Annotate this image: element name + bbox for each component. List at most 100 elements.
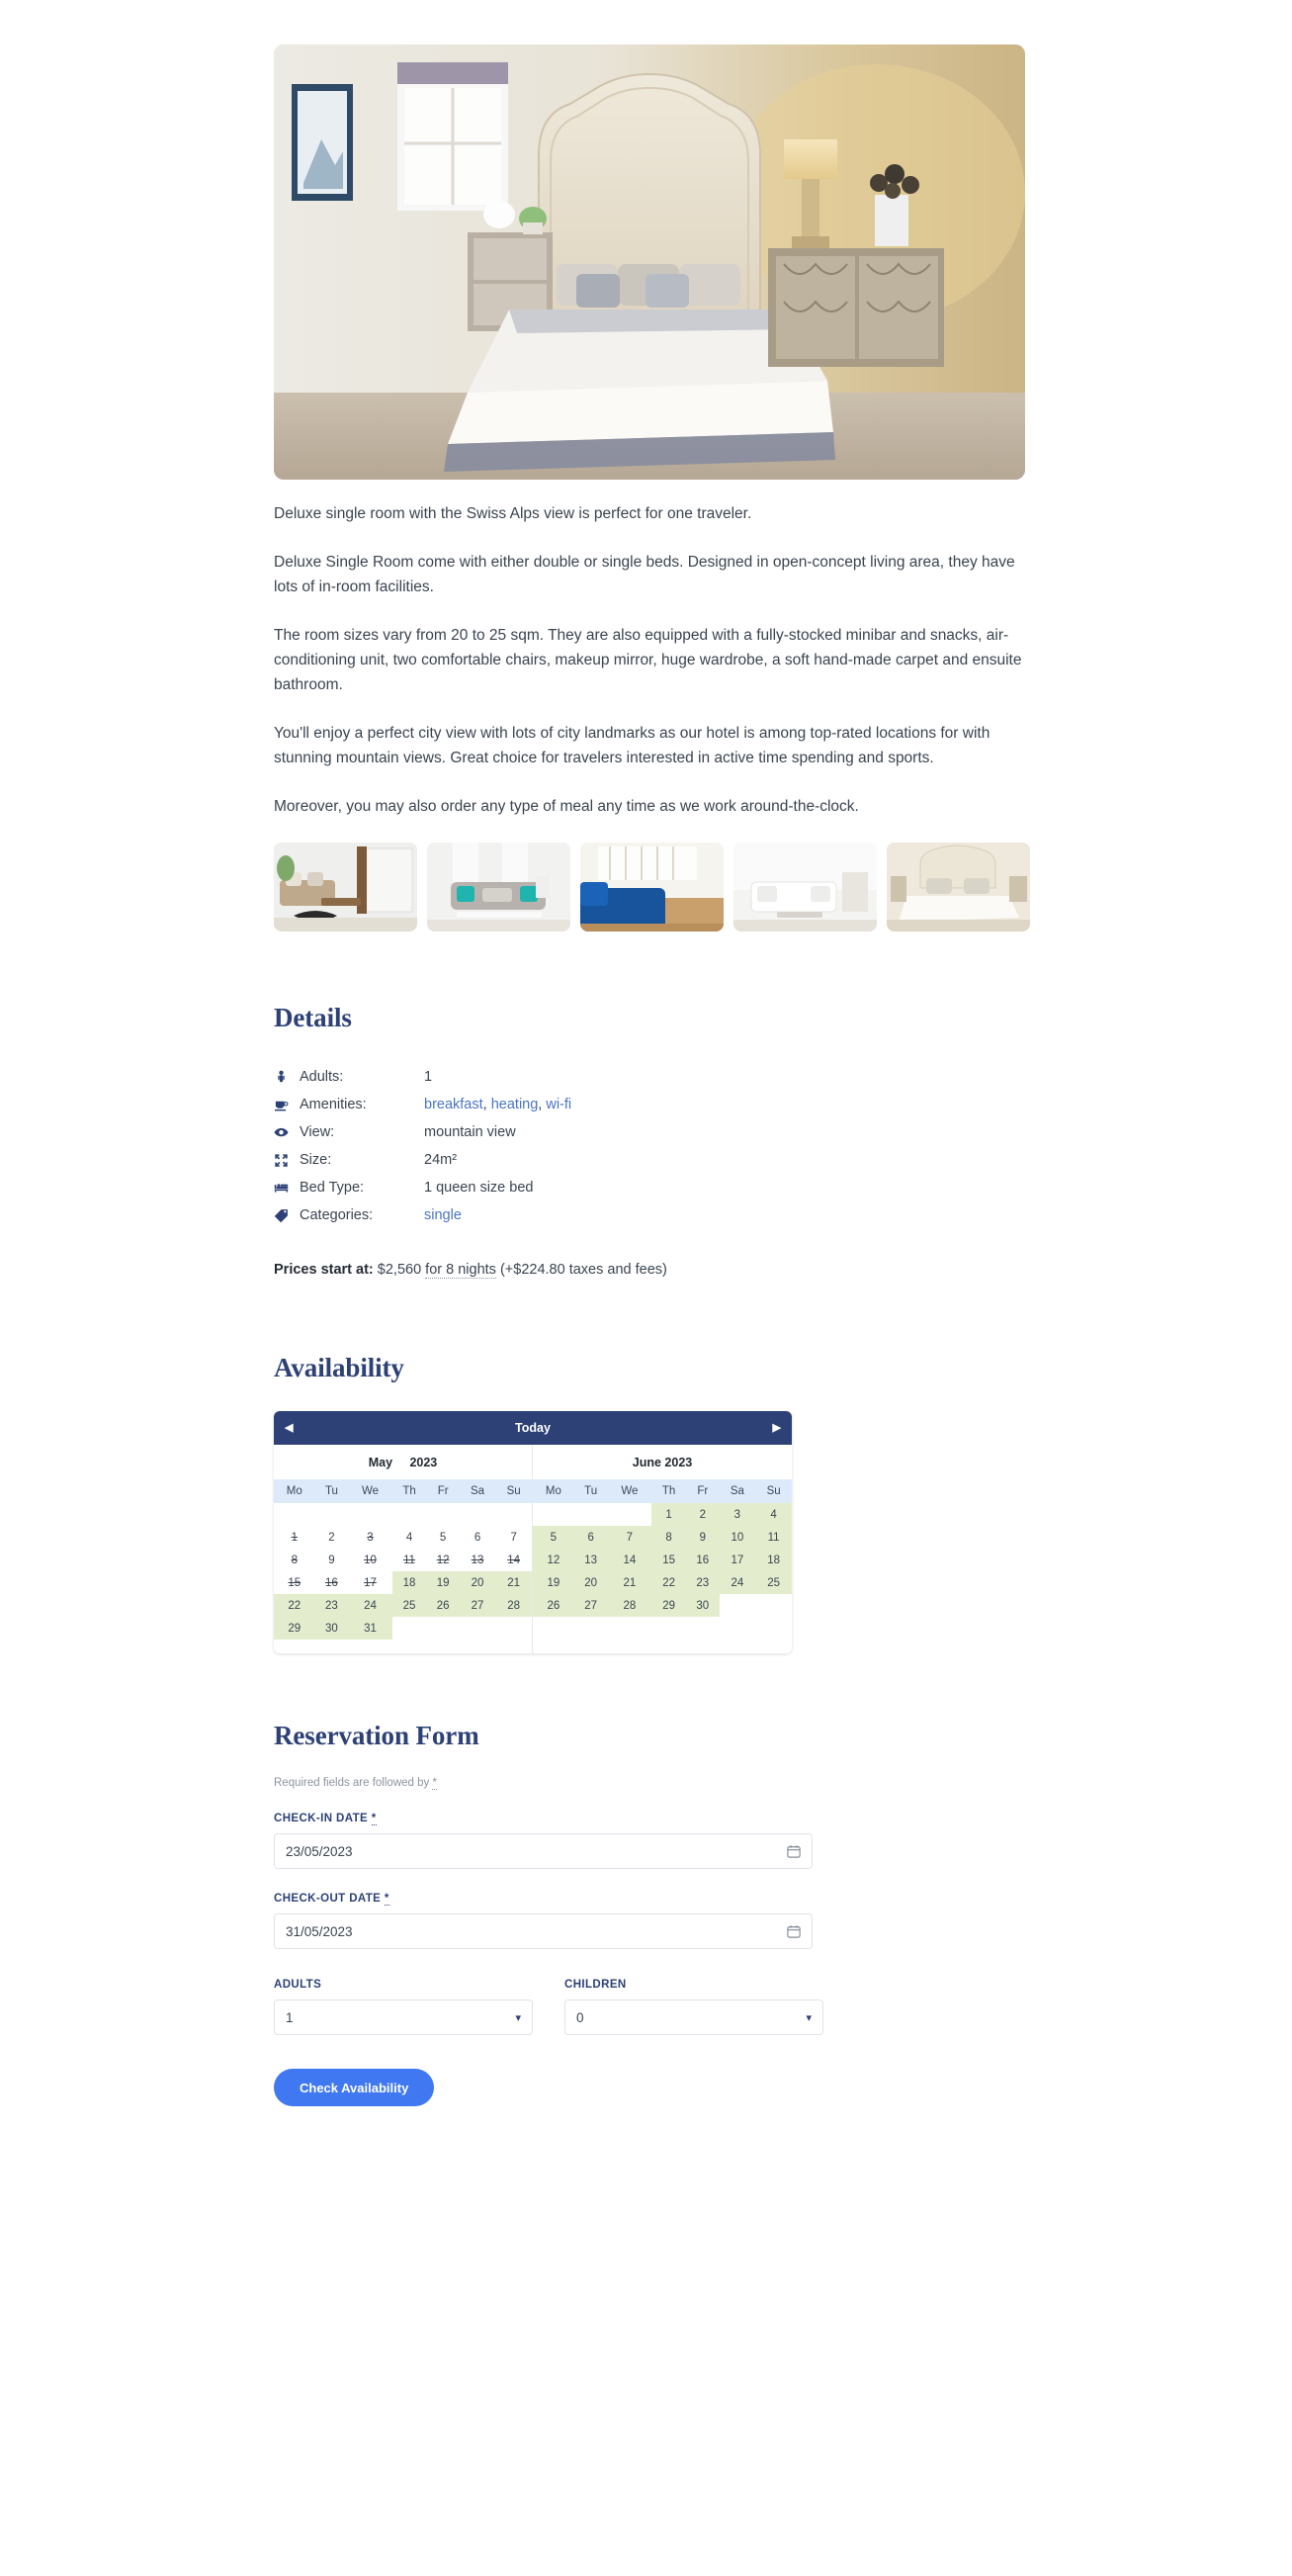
weekday-we-june: We (607, 1479, 652, 1503)
prices-label: Prices start at: (274, 1262, 374, 1278)
calendar-day-18[interactable]: 18 (391, 1571, 427, 1594)
calendar-day-19[interactable]: 19 (533, 1571, 574, 1594)
category-link-single[interactable]: single (424, 1207, 462, 1223)
chevron-down-icon: ▾ (806, 2011, 812, 2024)
children-select[interactable]: 0 ▾ (564, 1999, 823, 2035)
calendar-day-empty (495, 1503, 532, 1526)
calendar-day-27[interactable]: 27 (459, 1594, 496, 1617)
calendar-day-31[interactable]: 31 (348, 1617, 392, 1640)
calendar-day-4[interactable]: 4 (755, 1503, 792, 1526)
calendar-day-3: 3 (367, 1531, 374, 1544)
calendar-day-21[interactable]: 21 (607, 1571, 652, 1594)
chevron-right-icon[interactable]: ▶ (773, 1422, 781, 1434)
calendar-day-22[interactable]: 22 (651, 1571, 687, 1594)
calendar-day-12[interactable]: 12 (533, 1549, 574, 1571)
calendar-icon[interactable] (787, 1844, 801, 1858)
amenity-link-heating[interactable]: heating (491, 1097, 539, 1112)
adults-select[interactable]: 1 ▾ (274, 1999, 533, 2035)
calendar-day-23[interactable]: 23 (314, 1594, 349, 1617)
calendar-day-11[interactable]: 11 (755, 1526, 792, 1549)
calendar-day-16: 16 (325, 1576, 338, 1589)
calendar-day-28[interactable]: 28 (495, 1594, 532, 1617)
adults-value: 1 (286, 2009, 294, 2025)
calendar-day-11: 11 (403, 1554, 416, 1566)
children-label: CHILDREN (564, 1979, 627, 1991)
calendar-day-18[interactable]: 18 (755, 1549, 792, 1571)
calendar-day-1[interactable]: 1 (651, 1503, 687, 1526)
calendar-day-17[interactable]: 17 (719, 1549, 756, 1571)
calendar-day-5[interactable]: 5 (533, 1526, 574, 1549)
calendar-foot-june (533, 1640, 792, 1653)
chevron-down-icon: ▾ (515, 2011, 521, 2024)
calendar-day-20[interactable]: 20 (573, 1571, 608, 1594)
calendar-day-9[interactable]: 9 (686, 1526, 720, 1549)
calendar-day-16[interactable]: 16 (686, 1549, 720, 1571)
calendar-foot-may (274, 1640, 532, 1653)
calendar-day-6[interactable]: 6 (573, 1526, 608, 1549)
thumbnail-sofa-teal-2[interactable] (427, 843, 570, 932)
calendar-day-15[interactable]: 15 (651, 1549, 687, 1571)
calendar-grid-june: Mo Tu We Th Fr Sa Su 1 2 3 4 5 6 7 8 9 10 11 12 13 14… (533, 1479, 792, 1640)
calendar-day-empty (755, 1617, 792, 1640)
prices-line: Prices start at: $2,560 for 8 nights (+$… (274, 1262, 1025, 1279)
calendar-day-26[interactable]: 26 (533, 1594, 574, 1617)
chevron-left-icon[interactable]: ◀ (285, 1422, 293, 1434)
calendar-today-button[interactable]: Today (293, 1421, 772, 1435)
calendar-day-26[interactable]: 26 (426, 1594, 460, 1617)
checkin-value: 23/05/2023 (286, 1843, 353, 1859)
calendar-day-2[interactable]: 2 (686, 1503, 720, 1526)
details-label-categories: Categories: (300, 1207, 374, 1223)
calendar-day-27[interactable]: 27 (573, 1594, 608, 1617)
calendar-day-3[interactable]: 3 (719, 1503, 756, 1526)
details-row-view: View: mountain view (274, 1118, 571, 1146)
calendar-day-empty (533, 1617, 574, 1640)
adults-field: ADULTS 1 ▾ (274, 1979, 533, 2035)
thumbnail-living-room-1[interactable] (274, 843, 417, 932)
thumbnail-bedroom-5[interactable] (887, 843, 1030, 932)
calendar-day-14[interactable]: 14 (607, 1549, 652, 1571)
calendar-day-10[interactable]: 10 (719, 1526, 756, 1549)
thumbnail-white-lounge-4[interactable] (733, 843, 877, 932)
gallery-thumbnails (274, 843, 1030, 932)
required-note-text: Required fields are followed by (274, 1777, 430, 1789)
calendar-day-29[interactable]: 29 (274, 1617, 315, 1640)
calendar-day-empty (426, 1503, 460, 1526)
calendar-day-21[interactable]: 21 (495, 1571, 532, 1594)
calendar-month-name-may: May (368, 1456, 393, 1469)
reservation-heading: Reservation Form (274, 1721, 479, 1750)
amenity-link-wifi[interactable]: wi-fi (546, 1097, 571, 1112)
calendar-weekday-row-june: Mo Tu We Th Fr Sa Su (533, 1479, 792, 1503)
checkout-input[interactable]: 31/05/2023 (274, 1913, 813, 1949)
calendar-day-19[interactable]: 19 (426, 1571, 460, 1594)
reservation-form-section: Reservation Form Required fields are fol… (274, 1721, 1025, 2166)
calendar-day-6: 6 (474, 1531, 481, 1544)
check-availability-button[interactable]: Check Availability (274, 2069, 435, 2106)
calendar-day-8[interactable]: 8 (651, 1526, 687, 1549)
calendar-day-28[interactable]: 28 (607, 1594, 652, 1617)
calendar-day-24[interactable]: 24 (719, 1571, 756, 1594)
calendar-day-15: 15 (288, 1576, 301, 1589)
details-heading: Details (274, 1003, 352, 1032)
calendar-day-20[interactable]: 20 (459, 1571, 496, 1594)
calendar-week-row (274, 1503, 532, 1526)
thumbnail-image-4 (733, 843, 877, 932)
calendar-day-24[interactable]: 24 (348, 1594, 392, 1617)
calendar-day-30[interactable]: 30 (686, 1594, 720, 1617)
description-paragraph-3: The room sizes vary from 20 to 25 sqm. T… (274, 627, 1022, 693)
calendar-day-7[interactable]: 7 (607, 1526, 652, 1549)
checkin-field: CHECK-IN DATE * 23/05/2023 (274, 1813, 1025, 1869)
calendar-day-22[interactable]: 22 (274, 1594, 315, 1617)
checkin-input[interactable]: 23/05/2023 (274, 1833, 813, 1869)
calendar-day-25[interactable]: 25 (755, 1571, 792, 1594)
calendar-months: May 2023 Mo Tu We Th Fr Sa Su 1 2 3 4 5 … (274, 1445, 792, 1653)
calendar-icon[interactable] (787, 1924, 801, 1938)
thumbnail-blue-sofa-3[interactable] (580, 843, 724, 932)
calendar-day-30[interactable]: 30 (314, 1617, 349, 1640)
calendar-day-13[interactable]: 13 (573, 1549, 608, 1571)
amenity-link-breakfast[interactable]: breakfast (424, 1097, 483, 1112)
calendar-day-25[interactable]: 25 (391, 1594, 427, 1617)
thumbnail-image-3 (580, 843, 724, 932)
calendar-day-29[interactable]: 29 (651, 1594, 687, 1617)
calendar-day-23[interactable]: 23 (686, 1571, 720, 1594)
hero-room-image (274, 44, 1025, 480)
